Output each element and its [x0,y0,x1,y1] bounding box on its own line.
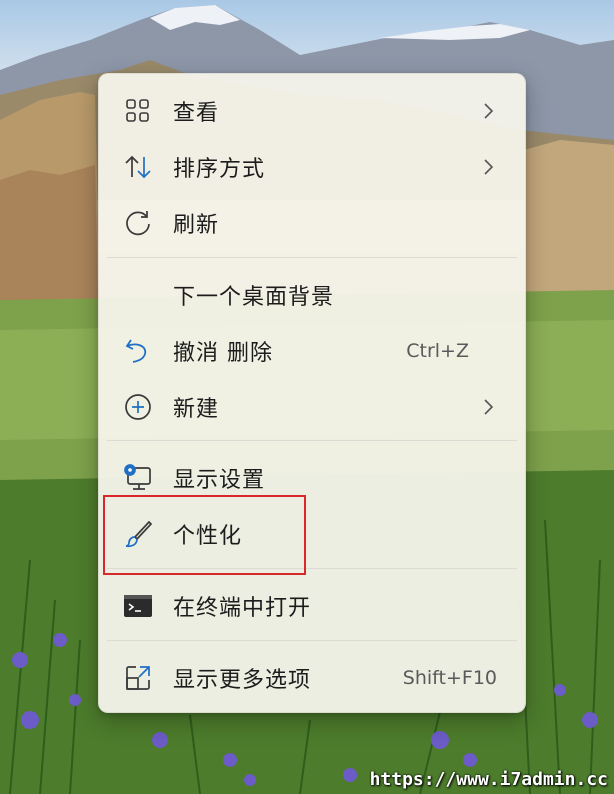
chevron-right-icon [484,399,494,415]
menu-item-next-background[interactable]: 下一个桌面背景 [99,270,525,320]
chevron-right-icon [484,103,494,119]
menu-separator [107,640,517,641]
menu-item-label: 显示设置 [173,468,266,493]
desktop-context-menu: 查看 排序方式 刷新 下一个桌面背景 撤消 删除 Ctrl+Z 新建 显示设置 … [98,73,526,713]
menu-item-view[interactable]: 查看 [99,86,525,136]
chevron-right-icon [484,159,494,175]
menu-item-open-in-terminal[interactable]: 在终端中打开 [99,581,525,631]
menu-separator [107,440,517,441]
menu-item-label: 排序方式 [173,157,266,182]
display-settings-icon [121,461,155,495]
plus-circle-icon [121,390,155,424]
shortcut-text: Shift+F10 [402,667,497,689]
shortcut-text: Ctrl+Z [406,340,469,362]
undo-icon [121,334,155,368]
menu-item-show-more-options[interactable]: 显示更多选项 Shift+F10 [99,653,525,703]
menu-item-label: 撤消 删除 [173,341,273,366]
menu-item-undo-delete[interactable]: 撤消 删除 Ctrl+Z [99,326,525,376]
menu-item-label: 查看 [173,101,220,126]
menu-item-new[interactable]: 新建 [99,382,525,432]
highlight-box [103,495,306,575]
menu-item-label: 下一个桌面背景 [173,285,335,310]
menu-item-label: 新建 [173,397,220,422]
menu-item-label: 在终端中打开 [173,596,312,621]
menu-item-refresh[interactable]: 刷新 [99,198,525,248]
refresh-icon [121,206,155,240]
menu-item-sort-by[interactable]: 排序方式 [99,142,525,192]
sort-arrows-icon [121,150,155,184]
terminal-icon [121,589,155,623]
share-external-icon [121,661,155,695]
menu-separator [107,257,517,258]
menu-item-label: 刷新 [173,213,220,238]
menu-item-label: 显示更多选项 [173,668,312,693]
grid-icon [121,94,155,128]
watermark-text: https://www.i7admin.cc [369,769,608,790]
